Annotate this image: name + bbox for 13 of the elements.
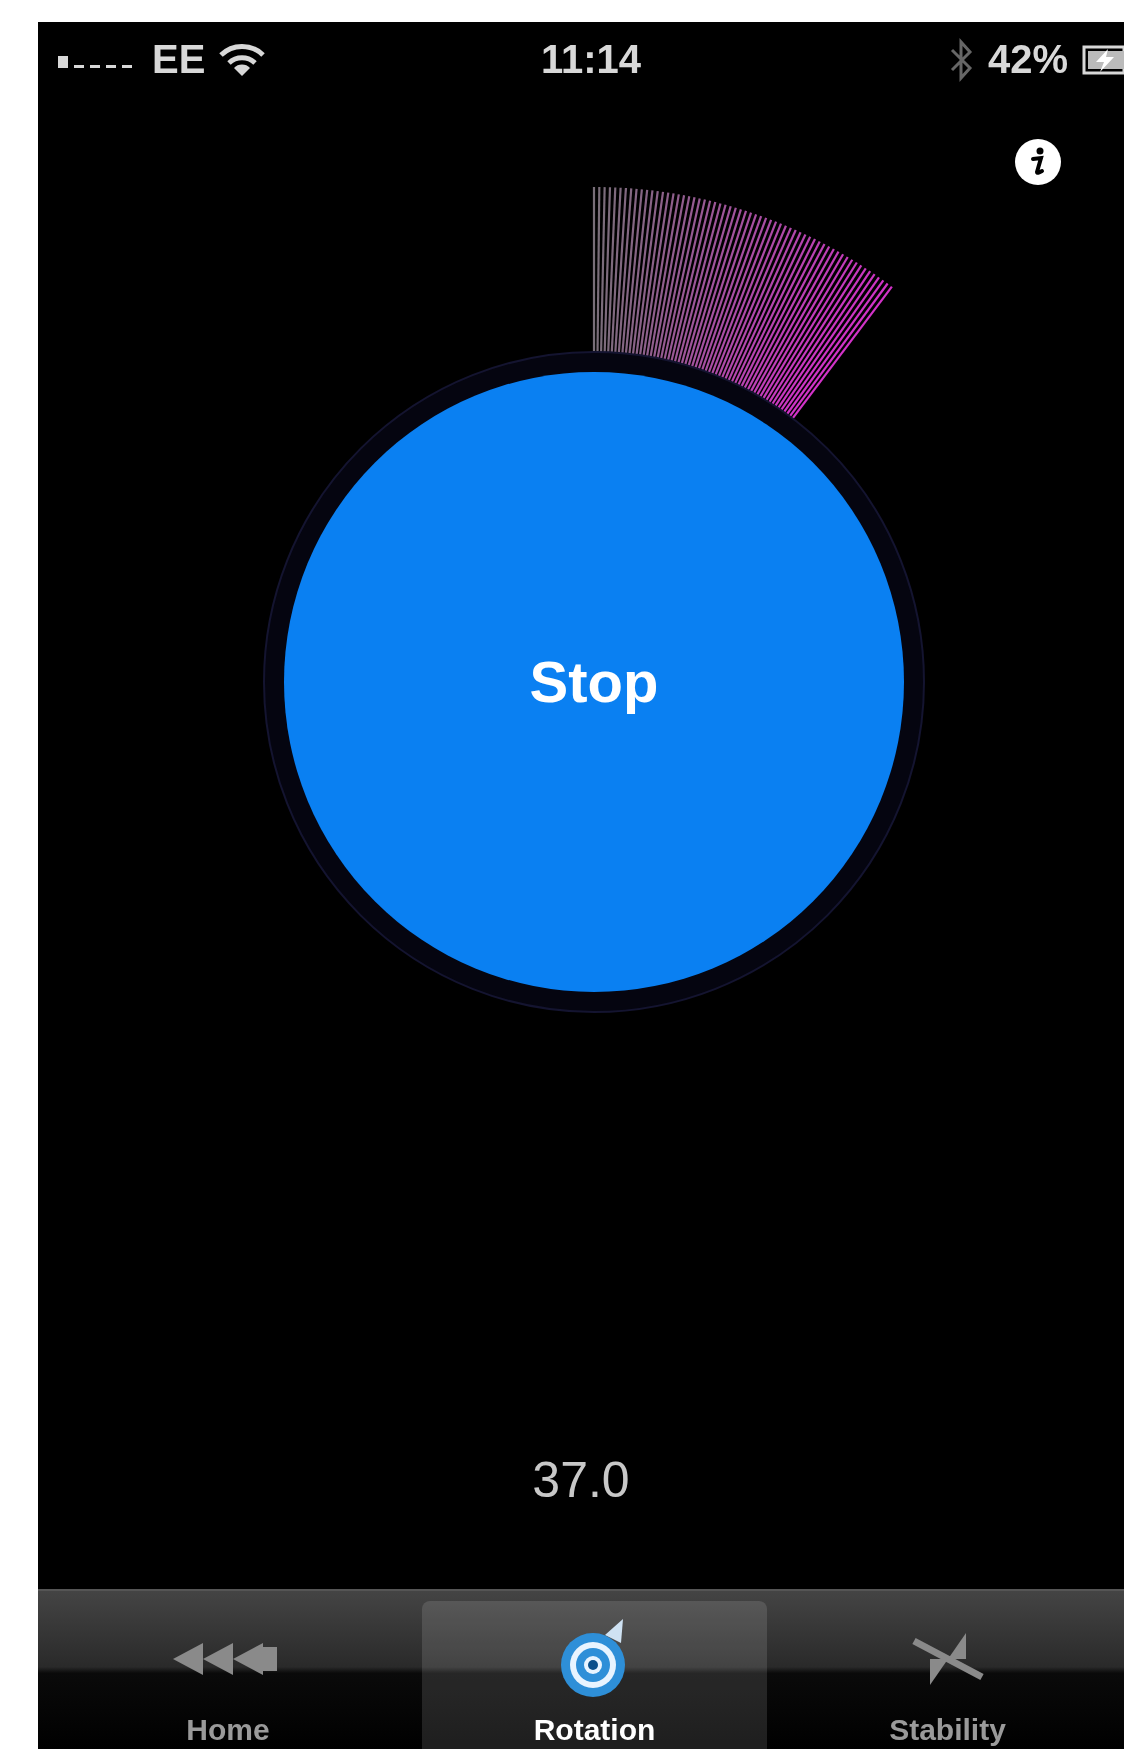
bluetooth-icon — [949, 37, 974, 82]
info-button[interactable] — [1015, 139, 1061, 185]
battery-percent: 42% — [987, 37, 1068, 82]
tab[interactable]: Stability — [775, 1601, 1120, 1749]
angle-reading: 37.0 — [532, 1451, 630, 1509]
wifi-icon — [219, 42, 266, 77]
tab[interactable]: Rotation — [422, 1601, 767, 1749]
clock-time: 11:14 — [540, 37, 642, 82]
tab[interactable]: Home — [42, 1601, 414, 1749]
battery-icon — [1082, 44, 1124, 75]
stop-button[interactable]: Stop — [284, 372, 904, 992]
carrier-name: EE — [152, 37, 206, 82]
info-icon — [1030, 147, 1046, 177]
